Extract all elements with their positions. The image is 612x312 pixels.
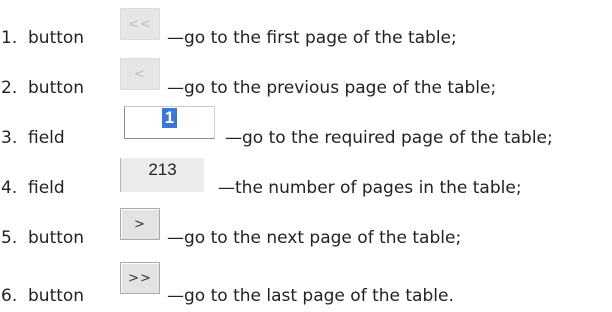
list-item-first-page: 1. button << —go to the first page of th… [0, 0, 612, 50]
next-page-button[interactable]: > [120, 208, 160, 240]
list-item-required-page: 3. field 1 —go to the required page of t… [0, 100, 612, 150]
double-chevron-left-icon: << [128, 16, 152, 32]
item-kind: button [28, 28, 85, 48]
item-number: 2. [1, 78, 18, 98]
chevron-right-icon: > [134, 216, 146, 232]
item-kind: field [28, 178, 65, 198]
item-description: —go to the next page of the table; [167, 228, 462, 248]
item-number: 6. [1, 286, 18, 306]
last-page-button[interactable]: >> [120, 262, 160, 294]
item-kind: button [28, 78, 85, 98]
item-number: 1. [1, 28, 18, 48]
item-kind: button [28, 228, 85, 248]
list-item-page-count: 4. field 213 —the number of pages in the… [0, 150, 612, 200]
page-count-value: 213 [148, 160, 177, 179]
page-count-field: 213 [120, 158, 204, 192]
item-kind: field [28, 128, 65, 148]
chevron-left-icon: < [134, 66, 146, 82]
item-number: 3. [1, 128, 18, 148]
list-item-next-page: 5. button > —go to the next page of the … [0, 200, 612, 250]
page-number-value: 1 [161, 108, 178, 128]
item-number: 5. [1, 228, 18, 248]
previous-page-button[interactable]: < [120, 58, 160, 90]
double-chevron-right-icon: >> [128, 270, 152, 286]
item-description: —go to the required page of the table; [225, 128, 553, 148]
item-description: —the number of pages in the table; [218, 178, 522, 198]
page-number-input[interactable]: 1 [124, 106, 215, 139]
list-item-previous-page: 2. button < —go to the previous page of … [0, 50, 612, 100]
item-description: —go to the previous page of the table; [167, 78, 497, 98]
item-description: —go to the last page of the table. [167, 286, 454, 306]
item-number: 4. [1, 178, 18, 198]
list-item-last-page: 6. button >> —go to the last page of the… [0, 258, 612, 308]
first-page-button[interactable]: << [120, 8, 160, 40]
item-description: —go to the first page of the table; [167, 28, 457, 48]
item-kind: button [28, 286, 85, 306]
